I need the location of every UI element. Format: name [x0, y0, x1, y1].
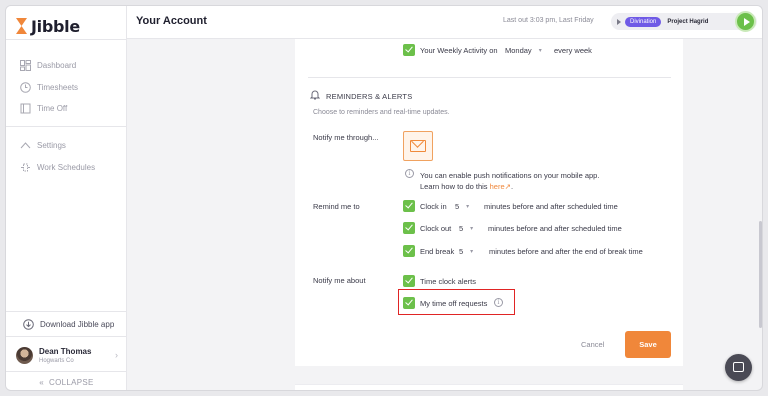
chat-button[interactable]: [725, 354, 752, 381]
end-break-minutes-select[interactable]: 5 ▾: [459, 247, 473, 256]
collapse-button[interactable]: « COLLAPSE: [6, 371, 127, 390]
end-break-minutes-value: 5: [459, 247, 464, 256]
project-label: Project Hagrid: [667, 18, 709, 25]
work-schedule-icon: [21, 163, 30, 171]
sidebar-item-label: Time Off: [37, 103, 68, 113]
chevron-down-icon: ▾: [470, 249, 474, 255]
avatar: [16, 346, 33, 364]
sidebar-item-label: Dashboard: [37, 60, 77, 70]
scrollbar[interactable]: [759, 221, 762, 328]
clock-in-suffix: minutes before and after scheduled time: [484, 202, 618, 211]
chevron-up-icon: [20, 141, 31, 148]
time-off-requests-label: My time off requests: [420, 299, 488, 308]
logo[interactable]: Jibble: [15, 15, 80, 37]
email-channel-toggle[interactable]: [403, 131, 433, 161]
bell-icon: [310, 90, 320, 100]
download-app-button[interactable]: Download Jibble app: [6, 311, 127, 337]
divider: [6, 126, 127, 127]
clock-icon: [20, 81, 31, 93]
envelope-icon: [410, 140, 426, 152]
chat-icon: [733, 362, 744, 372]
time-clock-alerts-checkbox[interactable]: [403, 275, 415, 287]
chevron-right-icon: ›: [115, 350, 118, 360]
push-note-line2: Learn how to do this: [420, 182, 488, 191]
cancel-button[interactable]: Cancel: [581, 340, 604, 349]
divider: [6, 39, 127, 40]
info-icon: i: [405, 169, 414, 178]
weekly-day-value: Monday: [505, 46, 532, 55]
clock-in-button[interactable]: [735, 11, 756, 32]
download-icon: [23, 318, 34, 330]
end-break-label: End break: [420, 247, 455, 256]
clock-out-suffix: minutes before and after scheduled time: [488, 224, 622, 233]
remind-label: Remind me to: [313, 202, 360, 211]
play-icon: [744, 18, 750, 26]
sidebar-item-timesheets[interactable]: Timesheets: [20, 79, 78, 95]
end-break-checkbox[interactable]: [403, 245, 415, 257]
sidebar-item-settings[interactable]: Settings: [20, 137, 66, 153]
settings-card: Your Weekly Activity on Monday ▾ every w…: [295, 39, 683, 366]
sidebar: Jibble Dashboard Timesheets Time Off Set…: [6, 6, 127, 390]
time-off-requests-checkbox[interactable]: [403, 297, 415, 309]
app-window: Jibble Dashboard Timesheets Time Off Set…: [5, 5, 763, 391]
chevron-down-icon: ▾: [470, 226, 474, 232]
page-title: Your Account: [136, 15, 207, 27]
dashboard-icon: [20, 59, 31, 71]
next-card: [295, 384, 683, 390]
clock-out-minutes-select[interactable]: 5 ▾: [459, 224, 473, 233]
weekly-activity-checkbox[interactable]: [403, 44, 415, 56]
save-button[interactable]: Save: [625, 331, 671, 358]
weekly-activity-label: Your Weekly Activity on: [420, 46, 498, 55]
weekly-suffix: every week: [554, 46, 592, 55]
clock-in-checkbox[interactable]: [403, 200, 415, 212]
info-icon[interactable]: i: [494, 298, 503, 307]
section-title: REMINDERS & ALERTS: [326, 92, 413, 101]
time-off-icon: [20, 103, 31, 113]
clock-out-checkbox[interactable]: [403, 222, 415, 234]
time-clock-alerts-label: Time clock alerts: [420, 277, 476, 286]
last-out-status: Last out 3:03 pm, Last Friday: [503, 17, 594, 24]
app-name: Jibble: [31, 16, 80, 36]
sidebar-item-time-off[interactable]: Time Off: [20, 100, 67, 116]
section-divider: [308, 77, 671, 78]
sidebar-item-work-schedules[interactable]: Work Schedules: [20, 159, 95, 175]
weekly-day-select[interactable]: Monday ▾: [505, 46, 542, 55]
user-org: Hogwarts Co: [39, 357, 74, 364]
chevron-down-icon: ▾: [538, 48, 542, 54]
collapse-label: COLLAPSE: [49, 377, 94, 387]
clock-out-minutes-value: 5: [459, 224, 464, 233]
top-header: Your Account Last out 3:03 pm, Last Frid…: [127, 6, 762, 39]
notify-about-label: Notify me about: [313, 276, 366, 285]
section-subtitle: Choose to reminders and real-time update…: [313, 109, 450, 116]
user-name: Dean Thomas: [39, 346, 92, 356]
clock-in-label: Clock in: [420, 202, 447, 211]
notify-through-label: Notify me through...: [313, 133, 379, 142]
clock-in-minutes-value: 5: [455, 202, 460, 211]
activity-badge: Divination: [625, 16, 662, 27]
external-link-icon: ↗: [504, 182, 511, 191]
sidebar-item-dashboard[interactable]: Dashboard: [20, 57, 76, 73]
download-label: Download Jibble app: [40, 319, 115, 329]
play-icon: [617, 18, 621, 25]
sidebar-item-label: Work Schedules: [37, 162, 96, 172]
sidebar-item-label: Settings: [37, 140, 66, 150]
clock-out-label: Clock out: [420, 224, 452, 233]
double-chevron-left-icon: «: [39, 377, 45, 387]
clock-in-minutes-select[interactable]: 5 ▾: [455, 202, 469, 211]
jibble-logo-icon: [16, 18, 27, 34]
chevron-down-icon: ▾: [466, 204, 470, 210]
push-note-line1: You can enable push notifications on you…: [420, 171, 600, 180]
push-help-link[interactable]: here: [490, 182, 505, 191]
user-profile[interactable]: Dean Thomas Hogwarts Co ›: [6, 340, 127, 370]
sidebar-item-label: Timesheets: [37, 82, 79, 92]
end-break-suffix: minutes before and after the end of brea…: [489, 247, 643, 256]
